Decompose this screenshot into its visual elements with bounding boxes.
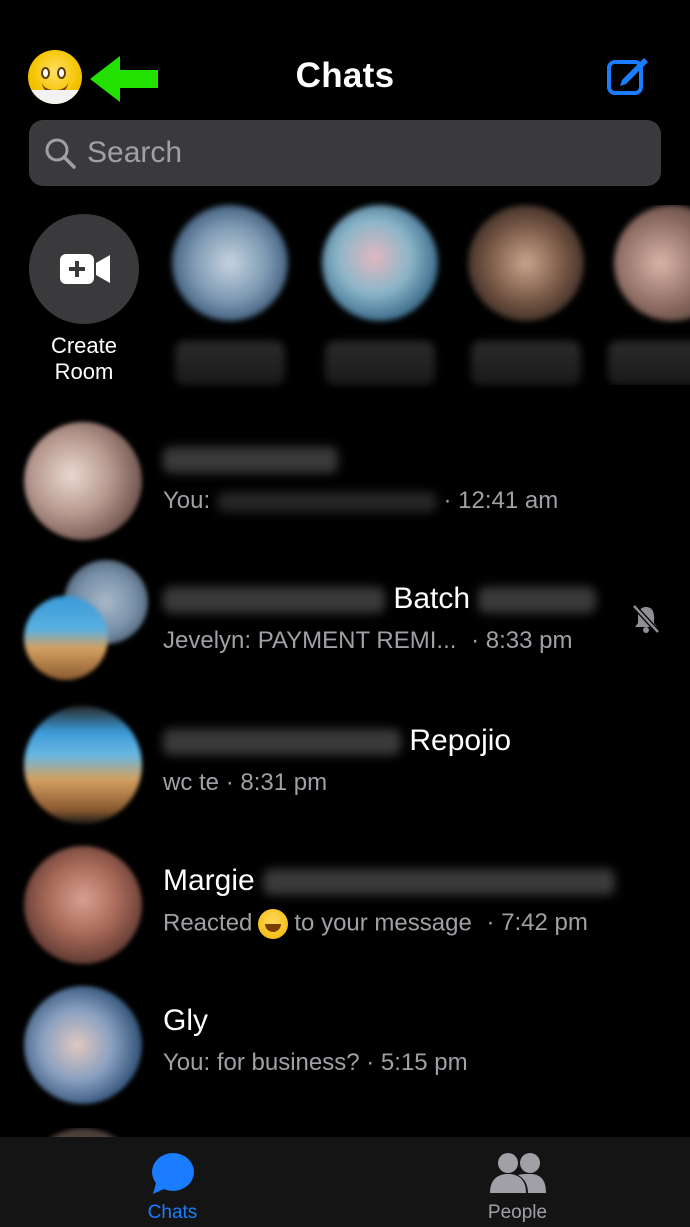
- story-name-blurred: [325, 341, 435, 385]
- create-room-circle: [29, 214, 139, 324]
- chat-name: [163, 442, 338, 476]
- chat-preview: Reacted to your message · 7:42 pm: [163, 909, 588, 939]
- chat-preview: You: · 12:41 am: [163, 487, 559, 514]
- people-icon: [490, 1153, 546, 1193]
- chat-row[interactable]: Gly You: for business? · 5:15 pm: [0, 982, 690, 1110]
- chat-preview: You: for business? · 5:15 pm: [163, 1049, 468, 1076]
- chat-name: Margie: [163, 864, 616, 898]
- chat-name: Gly: [163, 1004, 208, 1037]
- tab-chats-label: Chats: [147, 1202, 198, 1223]
- search-placeholder: Search: [87, 136, 183, 169]
- laughing-emoji-icon: [258, 909, 289, 939]
- story-contact[interactable]: [310, 205, 450, 385]
- page-title: Chats: [295, 56, 395, 95]
- muted-bell-icon: [632, 604, 660, 634]
- chat-preview: wc te · 8:31 pm: [163, 769, 328, 796]
- video-plus-icon: [60, 254, 110, 284]
- create-room-button[interactable]: Create Room: [14, 205, 154, 385]
- chat-preview: Jevelyn: PAYMENT REMI... · 8:33 pm: [163, 627, 573, 654]
- chat-name: Batch: [163, 582, 597, 616]
- story-avatar: [172, 205, 288, 321]
- story-name-blurred: [471, 341, 581, 385]
- chat-name: Repojio: [163, 724, 511, 758]
- header: Chats: [0, 0, 690, 110]
- search-icon: [45, 138, 76, 169]
- compose-icon[interactable]: [606, 56, 650, 96]
- tab-chats[interactable]: Chats: [0, 1137, 345, 1227]
- chat-row[interactable]: Repojio wc te · 8:31 pm: [0, 702, 690, 830]
- chat-avatar: [24, 422, 142, 540]
- story-avatar: [614, 205, 690, 321]
- chat-avatar: [24, 846, 142, 964]
- search-bar[interactable]: Search: [29, 120, 661, 186]
- chat-row[interactable]: Margie Reacted to your message · 7:42 pm: [0, 842, 690, 970]
- story-name-blurred: [608, 341, 690, 385]
- chat-avatar: [24, 706, 142, 824]
- chat-avatar: [24, 986, 142, 1104]
- create-room-label: Create Room: [50, 333, 118, 384]
- chat-row[interactable]: You: · 12:41 am: [0, 420, 690, 548]
- group-avatar-front: [24, 596, 108, 680]
- stories-row: Create Room: [0, 205, 690, 395]
- tab-people[interactable]: People: [345, 1137, 690, 1227]
- chat-bubble-icon: [152, 1153, 194, 1194]
- story-name-blurred: [175, 341, 285, 385]
- chat-row-group[interactable]: Batch Jevelyn: PAYMENT REMI... · 8:33 pm: [0, 560, 690, 688]
- story-contact[interactable]: [456, 205, 596, 385]
- tab-people-label: People: [487, 1202, 548, 1223]
- story-contact[interactable]: [160, 205, 300, 385]
- story-avatar: [322, 205, 438, 321]
- story-contact[interactable]: [602, 205, 690, 385]
- tab-bar: Chats People: [0, 1137, 690, 1227]
- story-avatar: [468, 205, 584, 321]
